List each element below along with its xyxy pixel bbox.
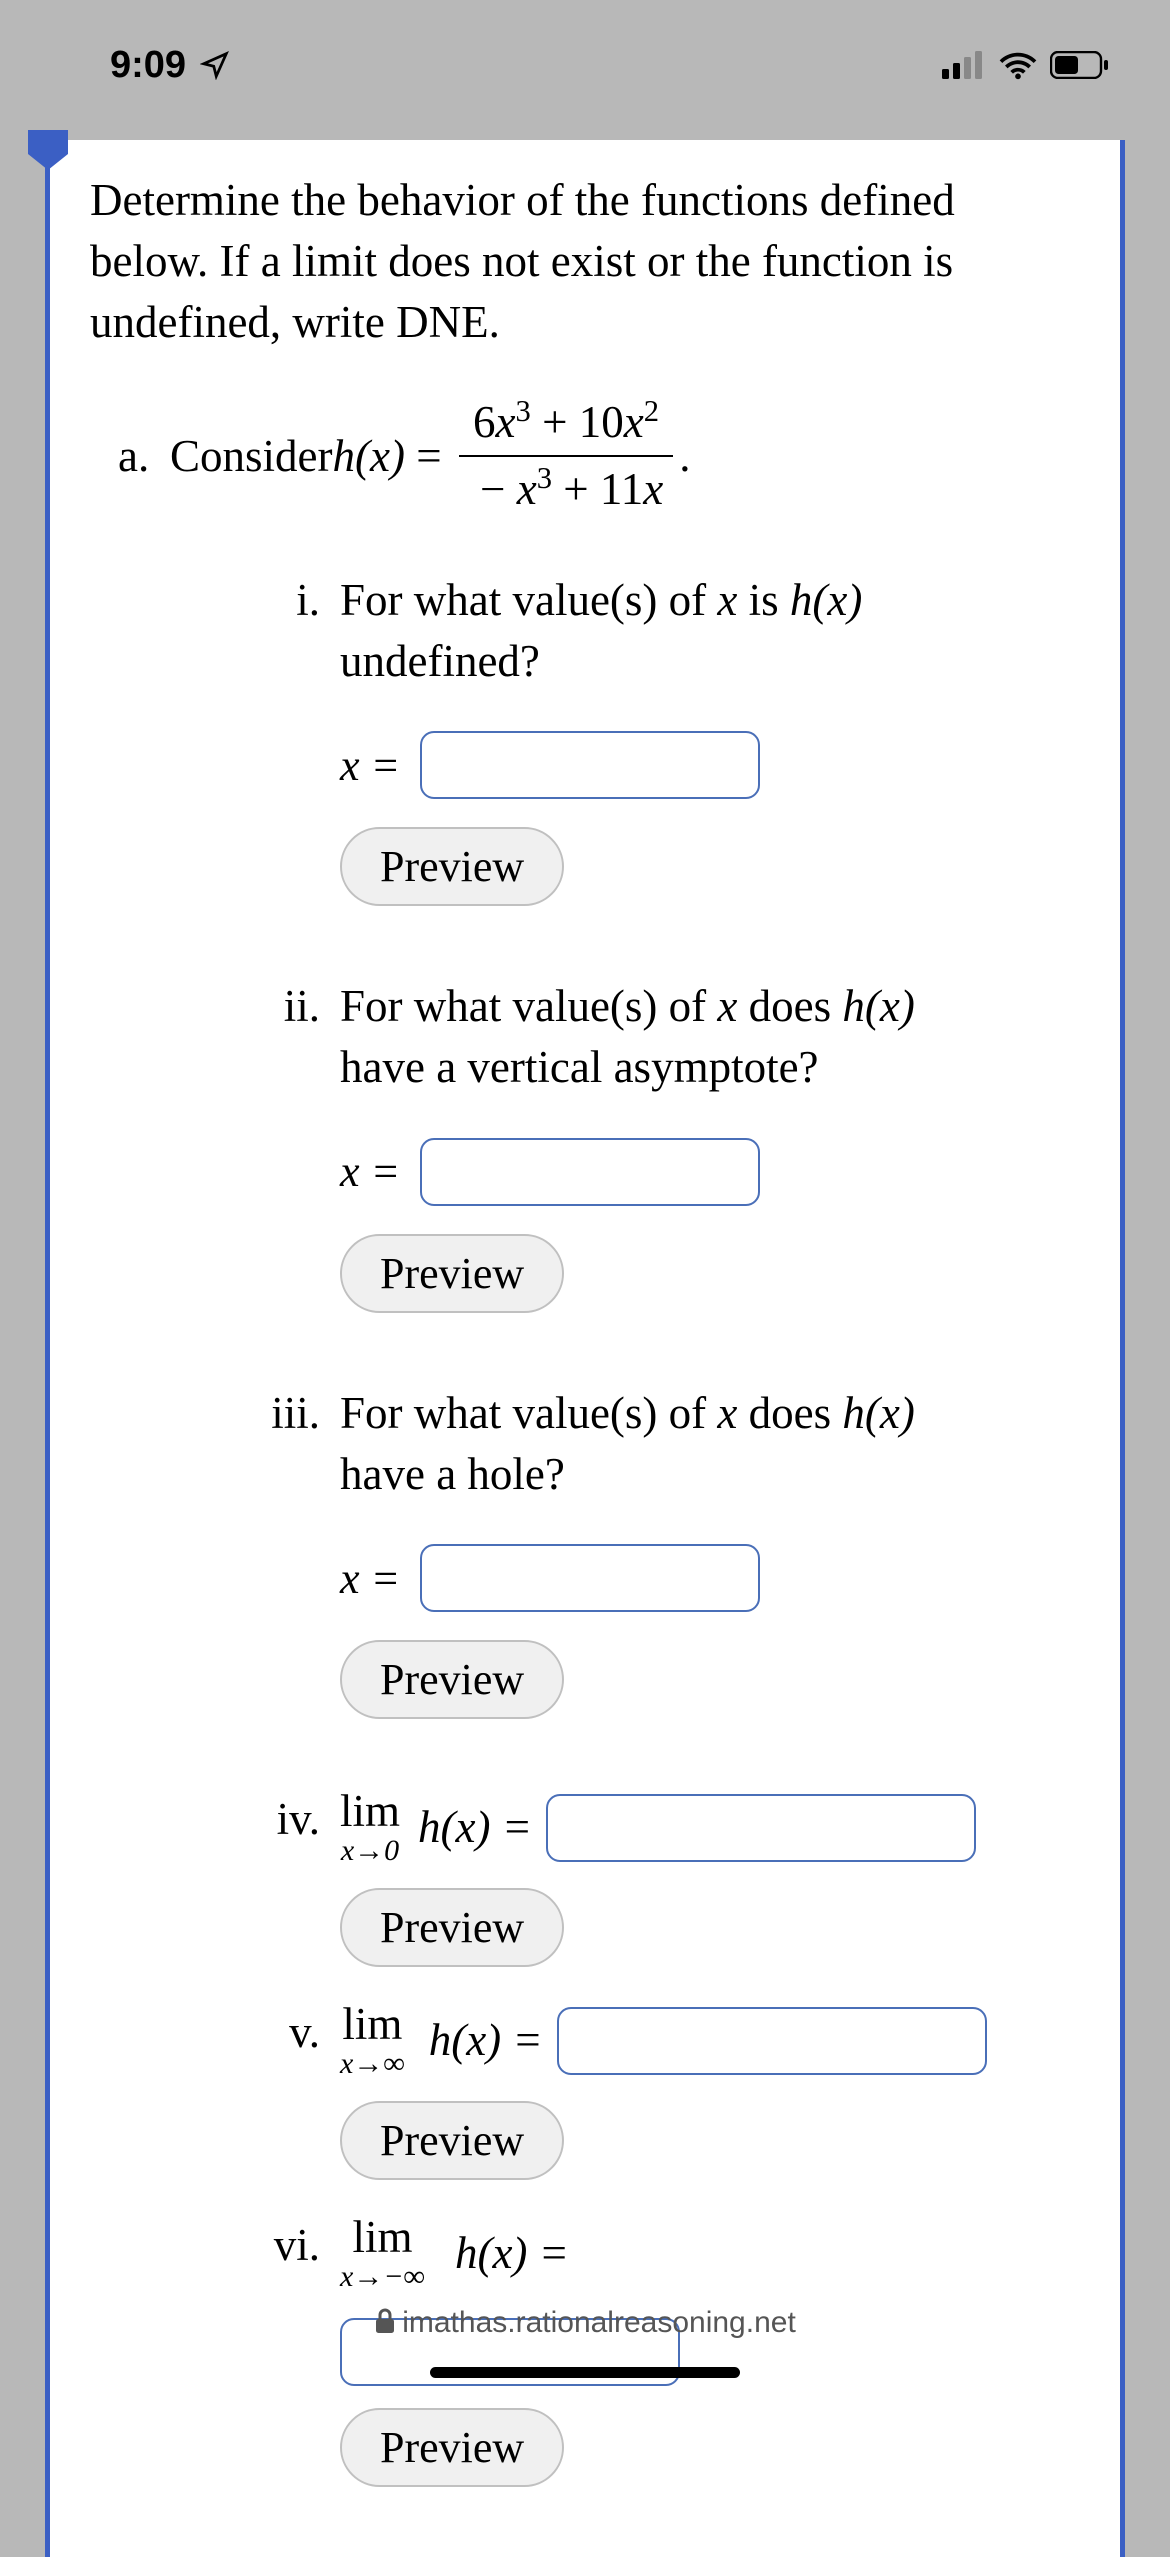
subpart-iii: iii. For what value(s) of x does h(x)hav… — [245, 1383, 1080, 1720]
subpart-iii-xeq: x = — [340, 1549, 400, 1608]
subpart-v-num: v. — [245, 2002, 340, 2101]
subpart-iv: iv. lim x→0 h(x) = Preview — [245, 1789, 1080, 1967]
subpart-vi: vi. lim x→−∞ h(x) = Preview — [245, 2215, 1080, 2487]
subpart-ii-input[interactable] — [420, 1138, 760, 1206]
subpart-vi-num: vi. — [245, 2215, 340, 2318]
part-a-lead: Consider — [170, 426, 333, 487]
browser-address: imathas.rationalreasoning.net — [0, 2306, 1170, 2340]
trailing-dot: . — [679, 426, 690, 487]
subpart-ii-preview-button[interactable]: Preview — [340, 1234, 564, 1313]
status-left: 9:09 — [110, 44, 230, 87]
battery-icon — [1050, 51, 1110, 79]
subpart-iii-input[interactable] — [420, 1544, 760, 1612]
subpart-ii-xeq: x = — [340, 1142, 400, 1201]
subpart-v-preview-button[interactable]: Preview — [340, 2101, 564, 2180]
subpart-v-limit: lim x→∞ — [340, 2002, 405, 2079]
subpart-i-xeq: x = — [340, 736, 400, 795]
location-arrow-icon — [200, 50, 230, 80]
part-a: a. Consider h(x) = 6x3 + 10x2 − x3 + 11x… — [90, 392, 1080, 520]
denominator: − x3 + 11x — [459, 455, 673, 520]
subpart-vi-limit: lim x→−∞ — [340, 2215, 425, 2292]
footer-domain: imathas.rationalreasoning.net — [402, 2306, 796, 2339]
subpart-i-text: For what value(s) of x is h(x)undefined? — [340, 570, 1080, 692]
prompt-text: Determine the behavior of the functions … — [90, 170, 1080, 352]
subpart-vi-func: h(x) = — [455, 2223, 569, 2284]
subpart-vi-preview-button[interactable]: Preview — [340, 2408, 564, 2487]
subpart-iv-limit: lim x→0 — [340, 1789, 400, 1866]
subpart-i-input[interactable] — [420, 731, 760, 799]
subpart-iv-num: iv. — [245, 1789, 340, 1888]
subpart-i: i. For what value(s) of x is h(x)undefin… — [245, 570, 1080, 907]
part-a-label: a. — [90, 426, 170, 487]
question-page: Determine the behavior of the functions … — [45, 140, 1125, 2557]
equals-sign: = — [416, 426, 453, 487]
subpart-ii: ii. For what value(s) of x does h(x)have… — [245, 976, 1080, 1313]
subpart-i-preview-button[interactable]: Preview — [340, 827, 564, 906]
subpart-v-input[interactable] — [557, 2007, 987, 2075]
lock-icon — [374, 2308, 396, 2334]
subpart-iv-preview-button[interactable]: Preview — [340, 1888, 564, 1967]
subpart-iii-text: For what value(s) of x does h(x)have a h… — [340, 1383, 1080, 1505]
subpart-ii-num: ii. — [245, 976, 340, 1138]
subpart-iv-input[interactable] — [546, 1794, 976, 1862]
subpart-iv-func: h(x) = — [418, 1797, 532, 1858]
status-time: 9:09 — [110, 44, 186, 87]
home-indicator[interactable] — [430, 2367, 740, 2378]
wifi-icon — [998, 50, 1038, 80]
subpart-ii-text: For what value(s) of x does h(x)have a v… — [340, 976, 1080, 1098]
subpart-iii-num: iii. — [245, 1383, 340, 1545]
content-area: Determine the behavior of the functions … — [0, 130, 1170, 2392]
signal-icon — [942, 51, 986, 79]
numerator: 6x3 + 10x2 — [463, 392, 669, 455]
status-bar: 9:09 — [0, 0, 1170, 130]
function-lhs: h(x) — [333, 426, 417, 487]
subpart-iii-preview-button[interactable]: Preview — [340, 1640, 564, 1719]
subpart-v-func: h(x) = — [429, 2010, 543, 2071]
subpart-i-num: i. — [245, 570, 340, 732]
status-right — [942, 50, 1110, 80]
subpart-v: v. lim x→∞ h(x) = Preview — [245, 2002, 1080, 2180]
function-fraction: 6x3 + 10x2 − x3 + 11x — [459, 392, 673, 520]
